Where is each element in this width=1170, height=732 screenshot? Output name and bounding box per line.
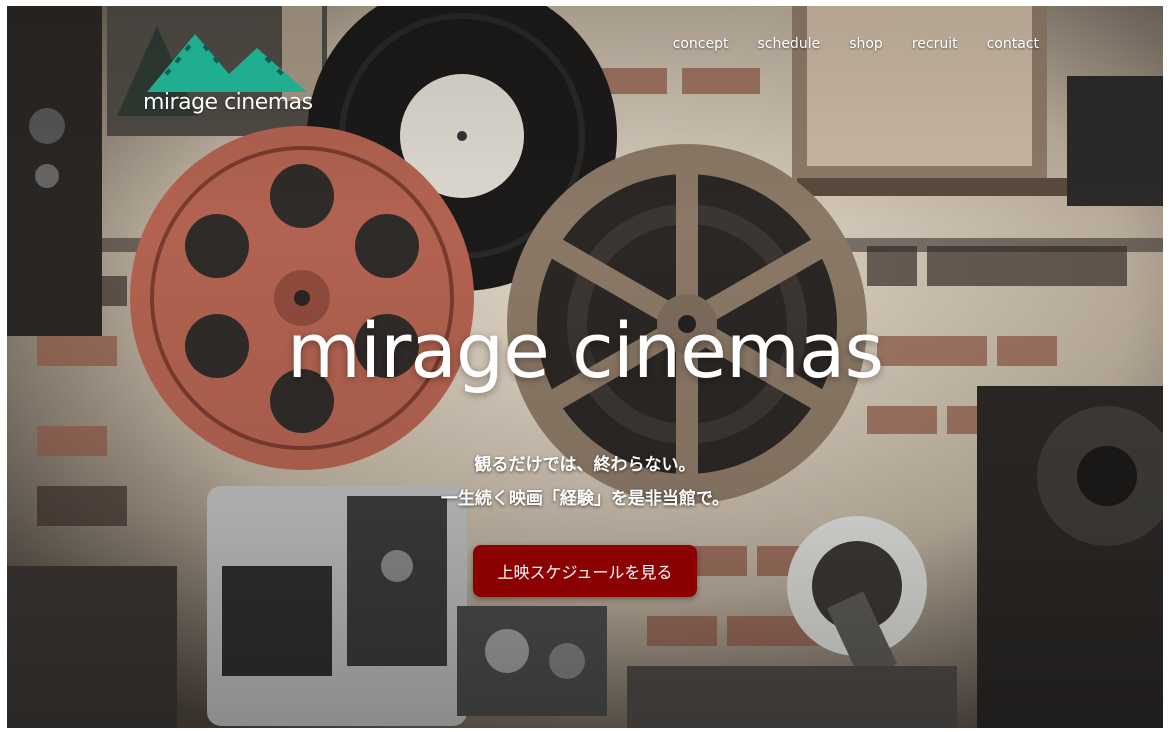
logo-text: mirage cinemas [143,90,313,115]
nav-item-shop[interactable]: shop [849,36,883,52]
nav-item-concept[interactable]: concept [673,36,729,52]
hero-title: mirage cinemas [286,306,884,395]
hero-section: mirage cinemas concept schedule shop rec… [7,6,1163,728]
view-schedule-button[interactable]: 上映スケジュールを見る [473,545,697,597]
hero-tagline-1: 観るだけでは、終わらない。 [474,455,696,475]
main-nav: concept schedule shop recruit contact [644,36,1039,52]
site-logo[interactable]: mirage cinemas [137,30,319,120]
nav-item-contact[interactable]: contact [987,36,1039,52]
hero-tagline-2: 一生続く映画「経験」を是非当館で。 [440,489,730,509]
nav-item-schedule[interactable]: schedule [757,36,820,52]
nav-item-recruit[interactable]: recruit [912,36,958,52]
